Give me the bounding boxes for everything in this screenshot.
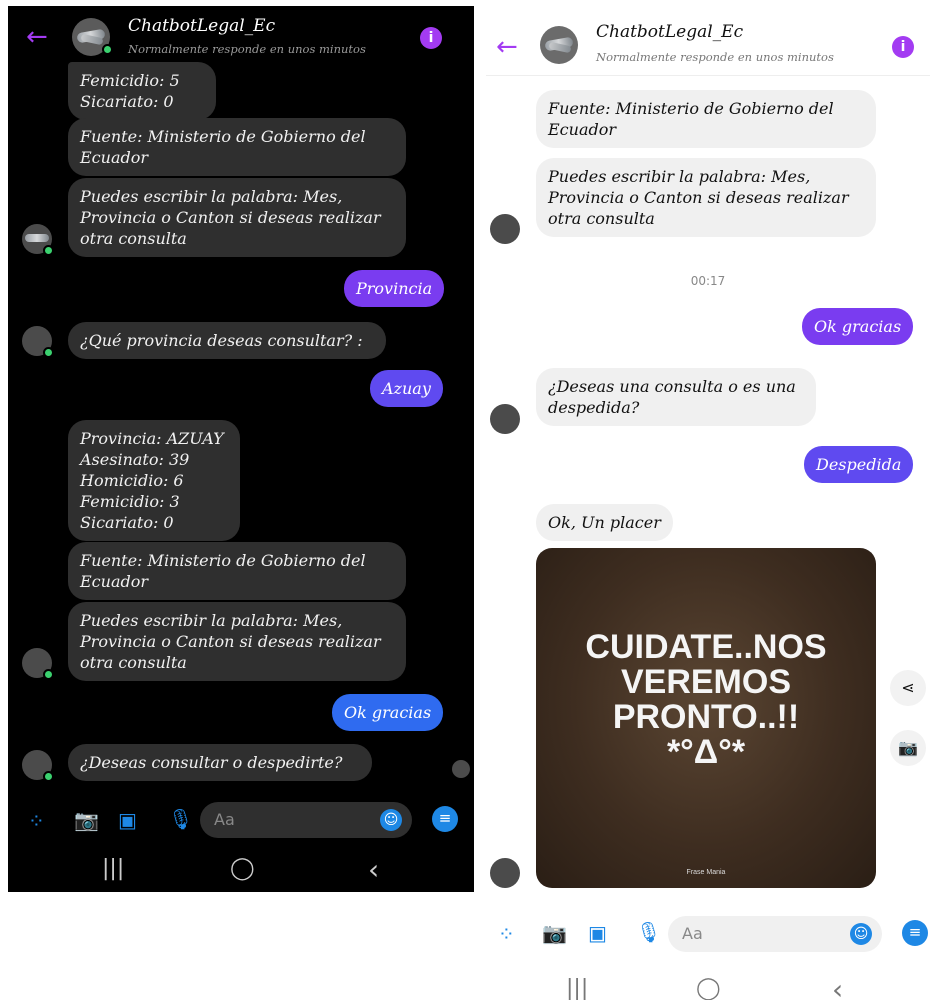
apps-icon[interactable]: ⁘ bbox=[28, 811, 45, 831]
emoji-icon[interactable]: ☺ bbox=[850, 923, 872, 945]
share-icon[interactable]: ⋖ bbox=[890, 670, 926, 706]
bot-avatar bbox=[490, 404, 520, 434]
user-message: Despedida bbox=[804, 446, 914, 483]
info-icon[interactable]: i bbox=[420, 27, 442, 49]
image-brand: Frase Mania bbox=[686, 869, 726, 876]
message-stats-azuay: Provincia: AZUAY Asesinato: 39 Homicidio… bbox=[68, 420, 240, 541]
bot-avatar bbox=[490, 858, 520, 888]
camera-icon[interactable]: 📷 bbox=[542, 923, 567, 943]
farewell-image[interactable]: CUIDATE..NOS VEREMOS PRONTO..!! *°Δ°* Fr… bbox=[536, 548, 876, 888]
online-indicator bbox=[43, 347, 54, 358]
apps-icon[interactable]: ⁘ bbox=[498, 924, 515, 944]
message-source: Fuente: Ministerio de Gobierno del Ecuad… bbox=[536, 90, 876, 148]
message-source: Fuente: Ministerio de Gobierno del Ecuad… bbox=[68, 542, 406, 600]
chat-subtitle: Normalmente responde en unos minutos bbox=[596, 50, 834, 64]
back-button[interactable]: ‹ bbox=[368, 856, 379, 884]
system-nav-bar: ||| ◯ ‹ bbox=[8, 850, 474, 890]
recent-apps-button[interactable]: ||| bbox=[102, 858, 124, 880]
online-indicator bbox=[43, 669, 54, 680]
camera-icon[interactable]: 📷 bbox=[74, 810, 99, 830]
message-hint: Puedes escribir la palabra: Mes, Provinc… bbox=[68, 602, 406, 681]
gallery-icon[interactable]: ▣ bbox=[118, 810, 137, 830]
seen-avatar bbox=[452, 760, 470, 778]
online-indicator bbox=[43, 771, 54, 782]
mic-icon[interactable]: 🎙 bbox=[168, 809, 193, 829]
camera-icon[interactable]: 📷 bbox=[890, 730, 926, 766]
info-icon[interactable]: i bbox=[892, 36, 914, 58]
message-source: Fuente: Ministerio de Gobierno del Ecuad… bbox=[68, 118, 406, 176]
message-ask-province: ¿Qué provincia deseas consultar? : bbox=[68, 322, 386, 359]
chat-title[interactable]: ChatbotLegal_Ec bbox=[128, 16, 275, 36]
image-caption: CUIDATE..NOS VEREMOS PRONTO..!! *°Δ°* bbox=[585, 628, 827, 771]
bot-avatar bbox=[490, 214, 520, 244]
recent-apps-button[interactable]: ||| bbox=[566, 978, 588, 1000]
timestamp: 00:17 bbox=[690, 274, 726, 288]
message-ok: Ok, Un placer bbox=[536, 504, 673, 541]
chat-header: ← ChatbotLegal_Ec Normalmente responde e… bbox=[486, 6, 930, 76]
system-nav-bar: ||| ◯ ‹ bbox=[486, 972, 930, 1000]
message-hint: Puedes escribir la palabra: Mes, Provinc… bbox=[68, 178, 406, 257]
composer: ⁘ 📷 ▣ 🎙 Aa ☺ ≡ bbox=[8, 796, 474, 846]
menu-icon[interactable]: ≡ bbox=[432, 806, 458, 832]
home-button[interactable]: ◯ bbox=[230, 858, 255, 880]
user-message: Ok gracias bbox=[802, 308, 914, 345]
online-indicator bbox=[43, 245, 54, 256]
user-message: Provincia bbox=[344, 270, 445, 307]
dark-chat-screen: ← ChatbotLegal_Ec Normalmente responde e… bbox=[8, 6, 474, 892]
emoji-icon[interactable]: ☺ bbox=[380, 809, 402, 831]
menu-icon[interactable]: ≡ bbox=[902, 920, 928, 946]
gallery-icon[interactable]: ▣ bbox=[588, 923, 607, 943]
home-button[interactable]: ◯ bbox=[696, 978, 721, 1000]
user-message: Ok gracias bbox=[332, 694, 444, 731]
message-ask: ¿Deseas una consulta o es una despedida? bbox=[536, 368, 816, 426]
chat-title[interactable]: ChatbotLegal_Ec bbox=[596, 22, 743, 42]
chat-subtitle: Normalmente responde en unos minutos bbox=[128, 42, 366, 56]
back-arrow-icon[interactable]: ← bbox=[26, 24, 48, 50]
user-message: Azuay bbox=[370, 370, 443, 407]
online-indicator bbox=[102, 44, 113, 55]
message-hint: Puedes escribir la palabra: Mes, Provinc… bbox=[536, 158, 876, 237]
mic-icon[interactable]: 🎙 bbox=[636, 922, 661, 942]
light-chat-screen: ← ChatbotLegal_Ec Normalmente responde e… bbox=[486, 6, 930, 1000]
message-ask-end: ¿Deseas consultar o despedirte? bbox=[68, 744, 372, 781]
avatar[interactable] bbox=[540, 26, 578, 64]
back-button[interactable]: ‹ bbox=[832, 976, 843, 1000]
back-arrow-icon[interactable]: ← bbox=[496, 34, 518, 60]
composer: ⁘ 📷 ▣ 🎙 Aa ☺ ≡ bbox=[486, 908, 930, 960]
message-stats: Femicidio: 5 Sicariato: 0 bbox=[68, 62, 216, 120]
